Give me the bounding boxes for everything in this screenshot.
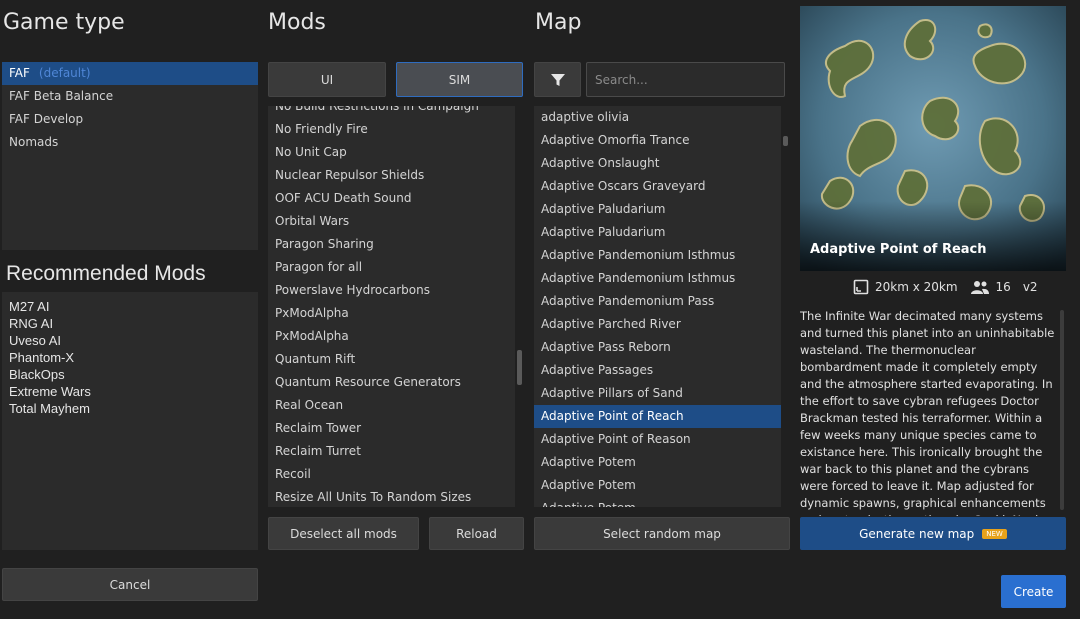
map-item[interactable]: Adaptive Point of Reason <box>534 428 781 451</box>
description-scrollbar-thumb[interactable] <box>1060 310 1064 510</box>
mod-item[interactable]: Paragon for all <box>268 256 515 279</box>
recommended-mod-item[interactable]: Extreme Wars <box>2 383 258 400</box>
map-item[interactable]: Adaptive Pandemonium Pass <box>534 290 781 313</box>
mod-item[interactable]: No Build Restrictions in Campaign <box>268 106 515 118</box>
map-size-icon <box>853 279 869 295</box>
deselect-all-mods-button[interactable]: Deselect all mods <box>268 517 419 550</box>
map-description: The Infinite War decimated many systems … <box>800 309 1055 516</box>
map-item[interactable]: Adaptive Oscars Graveyard <box>534 175 781 198</box>
map-item[interactable]: Adaptive Pass Reborn <box>534 336 781 359</box>
generate-new-map-button[interactable]: Generate new map NEW <box>800 517 1066 550</box>
map-terrain-picture <box>800 6 1066 271</box>
reload-button[interactable]: Reload <box>429 517 524 550</box>
generate-label: Generate new map <box>859 526 975 541</box>
mod-item[interactable]: Paragon Sharing <box>268 233 515 256</box>
game-type-label: FAF <box>9 66 30 80</box>
map-search-input[interactable]: Search... <box>586 62 785 97</box>
sim-mods-tab[interactable]: SIM <box>396 62 523 97</box>
mod-item[interactable]: Powerslave Hydrocarbons <box>268 279 515 302</box>
mod-item[interactable]: Nuclear Repulsor Shields <box>268 164 515 187</box>
mod-item[interactable]: Recoil <box>268 463 515 486</box>
new-badge: NEW <box>982 528 1007 539</box>
search-placeholder: Search... <box>595 72 648 87</box>
mod-item[interactable]: OOF ACU Death Sound <box>268 187 515 210</box>
map-list[interactable]: adaptive olivia Adaptive Omorfia Trance … <box>534 106 781 507</box>
recommended-mods-heading: Recommended Mods <box>6 262 206 285</box>
map-item[interactable]: Adaptive Passages <box>534 359 781 382</box>
map-item[interactable]: Adaptive Paludarium <box>534 198 781 221</box>
filter-button[interactable] <box>534 62 581 97</box>
recommended-mod-item[interactable]: Phantom-X <box>2 349 258 366</box>
map-item[interactable]: Adaptive Paludarium <box>534 221 781 244</box>
game-type-heading: Game type <box>3 10 125 35</box>
mod-item[interactable]: Reclaim Turret <box>268 440 515 463</box>
mods-heading: Mods <box>268 10 326 35</box>
recommended-mod-item[interactable]: RNG AI <box>2 315 258 332</box>
filter-icon <box>550 73 565 86</box>
map-item[interactable]: Adaptive Potem <box>534 474 781 497</box>
recommended-mods-list: M27 AI RNG AI Uveso AI Phantom-X BlackOp… <box>2 292 258 550</box>
map-heading: Map <box>535 10 582 35</box>
mod-item[interactable]: Orbital Wars <box>268 210 515 233</box>
map-preview-title: Adaptive Point of Reach <box>810 242 987 257</box>
mod-item[interactable]: No Friendly Fire <box>268 118 515 141</box>
mod-item[interactable]: Real Ocean <box>268 394 515 417</box>
mod-item[interactable]: Reclaim Tower <box>268 417 515 440</box>
mods-list[interactable]: No Build Restrictions in Campaign No Fri… <box>268 106 515 507</box>
cancel-button[interactable]: Cancel <box>2 568 258 601</box>
mod-item[interactable]: PxModAlpha <box>268 302 515 325</box>
game-type-item-nomads[interactable]: Nomads <box>2 131 258 154</box>
map-item[interactable]: Adaptive Potem <box>534 451 781 474</box>
recommended-mod-item[interactable]: Total Mayhem <box>2 400 258 417</box>
map-size: 20km x 20km <box>875 280 958 294</box>
map-version: v2 <box>1022 280 1038 294</box>
create-button[interactable]: Create <box>1001 575 1066 608</box>
map-item-selected[interactable]: Adaptive Point of Reach <box>534 405 781 428</box>
game-type-list: FAF (default) FAF Beta Balance FAF Develo… <box>2 62 258 250</box>
select-random-map-button[interactable]: Select random map <box>534 517 790 550</box>
map-item[interactable]: Adaptive Pandemonium Isthmus <box>534 267 781 290</box>
game-type-item-faf-beta[interactable]: FAF Beta Balance <box>2 85 258 108</box>
mod-item[interactable]: Quantum Rift <box>268 348 515 371</box>
player-count: 16 <box>995 280 1011 294</box>
mods-scrollbar-thumb[interactable] <box>517 350 522 385</box>
game-type-item-faf-develop[interactable]: FAF Develop <box>2 108 258 131</box>
map-info-row: 20km x 20km 16 v2 <box>853 279 1038 295</box>
map-item[interactable]: Adaptive Parched River <box>534 313 781 336</box>
map-item[interactable]: Adaptive Omorfia Trance <box>534 129 781 152</box>
mod-item[interactable]: PxModAlpha <box>268 325 515 348</box>
default-tag: (default) <box>38 66 91 80</box>
mod-item[interactable]: No Unit Cap <box>268 141 515 164</box>
mod-item[interactable]: Resize All Units To Random Sizes <box>268 486 515 507</box>
mod-item[interactable]: Quantum Resource Generators <box>268 371 515 394</box>
ui-mods-tab[interactable]: UI <box>268 62 386 97</box>
recommended-mod-item[interactable]: M27 AI <box>2 298 258 315</box>
map-item[interactable]: Adaptive Pandemonium Isthmus <box>534 244 781 267</box>
game-type-item-faf[interactable]: FAF (default) <box>2 62 258 85</box>
map-preview-image: Adaptive Point of Reach <box>800 6 1066 271</box>
map-scrollbar-thumb[interactable] <box>783 136 788 146</box>
map-item[interactable]: adaptive olivia <box>534 106 781 129</box>
players-icon <box>970 281 989 294</box>
map-item[interactable]: Adaptive Potem <box>534 497 781 507</box>
map-item[interactable]: Adaptive Onslaught <box>534 152 781 175</box>
map-item[interactable]: Adaptive Pillars of Sand <box>534 382 781 405</box>
recommended-mod-item[interactable]: Uveso AI <box>2 332 258 349</box>
recommended-mod-item[interactable]: BlackOps <box>2 366 258 383</box>
